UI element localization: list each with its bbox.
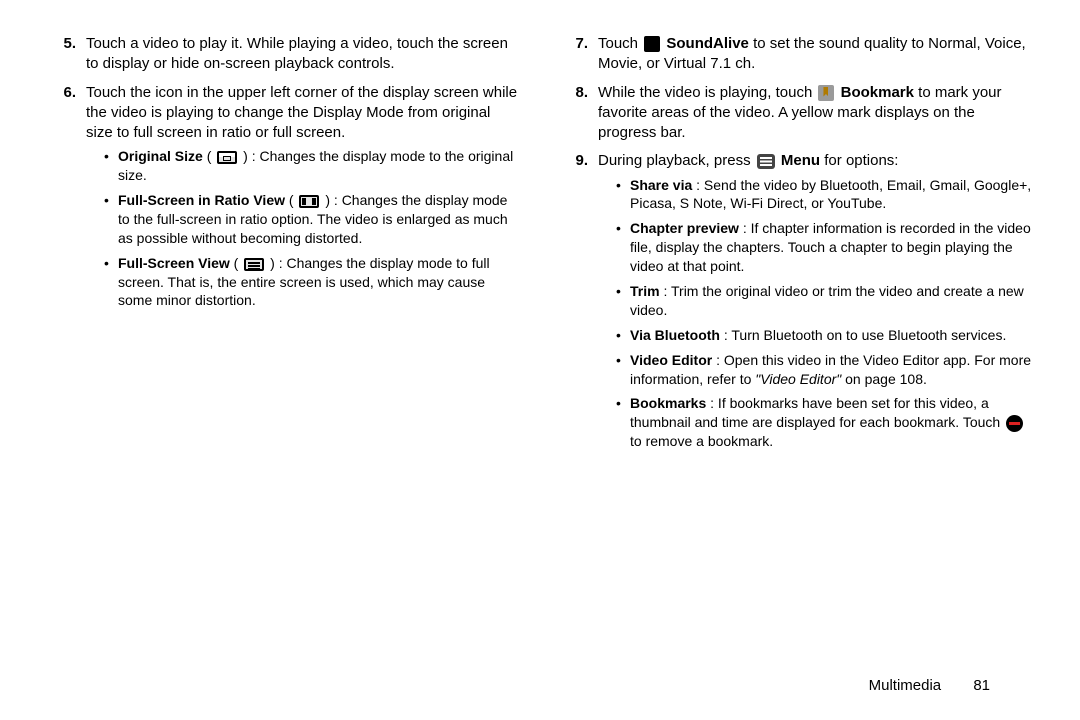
bullet-label: Bookmarks — [630, 395, 706, 411]
bullet-label: Share via — [630, 177, 692, 193]
sub-bullets: Original Size ( ) : Changes the display … — [86, 147, 520, 310]
bullet-label: Video Editor — [630, 352, 712, 368]
list-item-6: 6. Touch the icon in the upper left corn… — [48, 83, 520, 317]
bullet-chapter-preview: Chapter preview : If chapter information… — [616, 219, 1032, 276]
remove-bookmark-icon — [1006, 415, 1023, 432]
ratio-view-icon — [299, 195, 319, 208]
list-item-7: 7. Touch SoundAlive to set the sound qua… — [560, 34, 1032, 75]
item-pre: During playback, press — [598, 152, 755, 169]
bullet-video-editor: Video Editor : Open this video in the Vi… — [616, 351, 1032, 389]
bookmark-icon — [818, 85, 834, 101]
item-bold: SoundAlive — [666, 35, 749, 52]
bullet-italic: "Video Editor" — [755, 371, 841, 387]
original-size-icon — [217, 151, 237, 164]
numbered-list-left: 5. Touch a video to play it. While playi… — [48, 34, 520, 316]
list-item-9: 9. During playback, press Menu for optio… — [560, 151, 1032, 457]
section-label: Multimedia — [869, 677, 942, 694]
bullet-label: Chapter preview — [630, 220, 739, 236]
left-column: 5. Touch a video to play it. While playi… — [48, 34, 520, 690]
list-item-8: 8. While the video is playing, touch Boo… — [560, 83, 1032, 144]
item-body: While the video is playing, touch Bookma… — [598, 83, 1032, 144]
full-screen-icon — [244, 258, 264, 271]
item-body: Touch a video to play it. While playing … — [86, 34, 520, 75]
bullet-text: : Trim the original video or trim the vi… — [630, 283, 1024, 318]
item-body: During playback, press Menu for options:… — [598, 151, 1032, 457]
page-footer: Multimedia 81 — [869, 676, 990, 696]
bullet-label: Via Bluetooth — [630, 327, 720, 343]
item-bold: Menu — [781, 152, 820, 169]
sub-bullets: Share via : Send the video by Bluetooth,… — [598, 176, 1032, 452]
item-number: 9. — [560, 151, 598, 457]
menu-icon — [757, 154, 775, 169]
numbered-list-right: 7. Touch SoundAlive to set the sound qua… — [560, 34, 1032, 457]
item-number: 7. — [560, 34, 598, 75]
bullet-bookmarks: Bookmarks : If bookmarks have been set f… — [616, 394, 1032, 451]
bullet-original-size: Original Size ( ) : Changes the display … — [104, 147, 520, 185]
item-bold: Bookmark — [841, 84, 914, 101]
bullet-label: Full-Screen View — [118, 255, 230, 271]
bullet-via-bluetooth: Via Bluetooth : Turn Bluetooth on to use… — [616, 326, 1032, 345]
bullet-label: Original Size — [118, 148, 203, 164]
item-text: Touch the icon in the upper left corner … — [86, 84, 517, 142]
bullet-tail: to remove a bookmark. — [630, 433, 773, 449]
item-after: to set the sound quality to Normal, Voic… — [598, 35, 1026, 72]
bullet-ratio-view: Full-Screen in Ratio View ( ) : Changes … — [104, 191, 520, 248]
bullet-text: : Turn Bluetooth on to use Bluetooth ser… — [724, 327, 1007, 343]
item-pre: Touch — [598, 35, 642, 52]
document-page: 5. Touch a video to play it. While playi… — [0, 0, 1080, 720]
bullet-label: Full-Screen in Ratio View — [118, 192, 285, 208]
right-column: 7. Touch SoundAlive to set the sound qua… — [560, 34, 1032, 690]
bullet-trim: Trim : Trim the original video or trim t… — [616, 282, 1032, 320]
item-after: for options: — [824, 152, 898, 169]
list-item-5: 5. Touch a video to play it. While playi… — [48, 34, 520, 75]
bullet-tail: on page 108. — [845, 371, 927, 387]
item-pre: While the video is playing, touch — [598, 84, 816, 101]
item-number: 6. — [48, 83, 86, 317]
item-number: 8. — [560, 83, 598, 144]
bullet-label: Trim — [630, 283, 660, 299]
item-number: 5. — [48, 34, 86, 75]
item-body: Touch the icon in the upper left corner … — [86, 83, 520, 317]
bullet-share-via: Share via : Send the video by Bluetooth,… — [616, 176, 1032, 214]
columns: 5. Touch a video to play it. While playi… — [48, 34, 1032, 690]
bullet-full-screen: Full-Screen View ( ) : Changes the displ… — [104, 254, 520, 311]
soundalive-icon — [644, 36, 660, 52]
page-number: 81 — [973, 677, 990, 694]
item-body: Touch SoundAlive to set the sound qualit… — [598, 34, 1032, 75]
